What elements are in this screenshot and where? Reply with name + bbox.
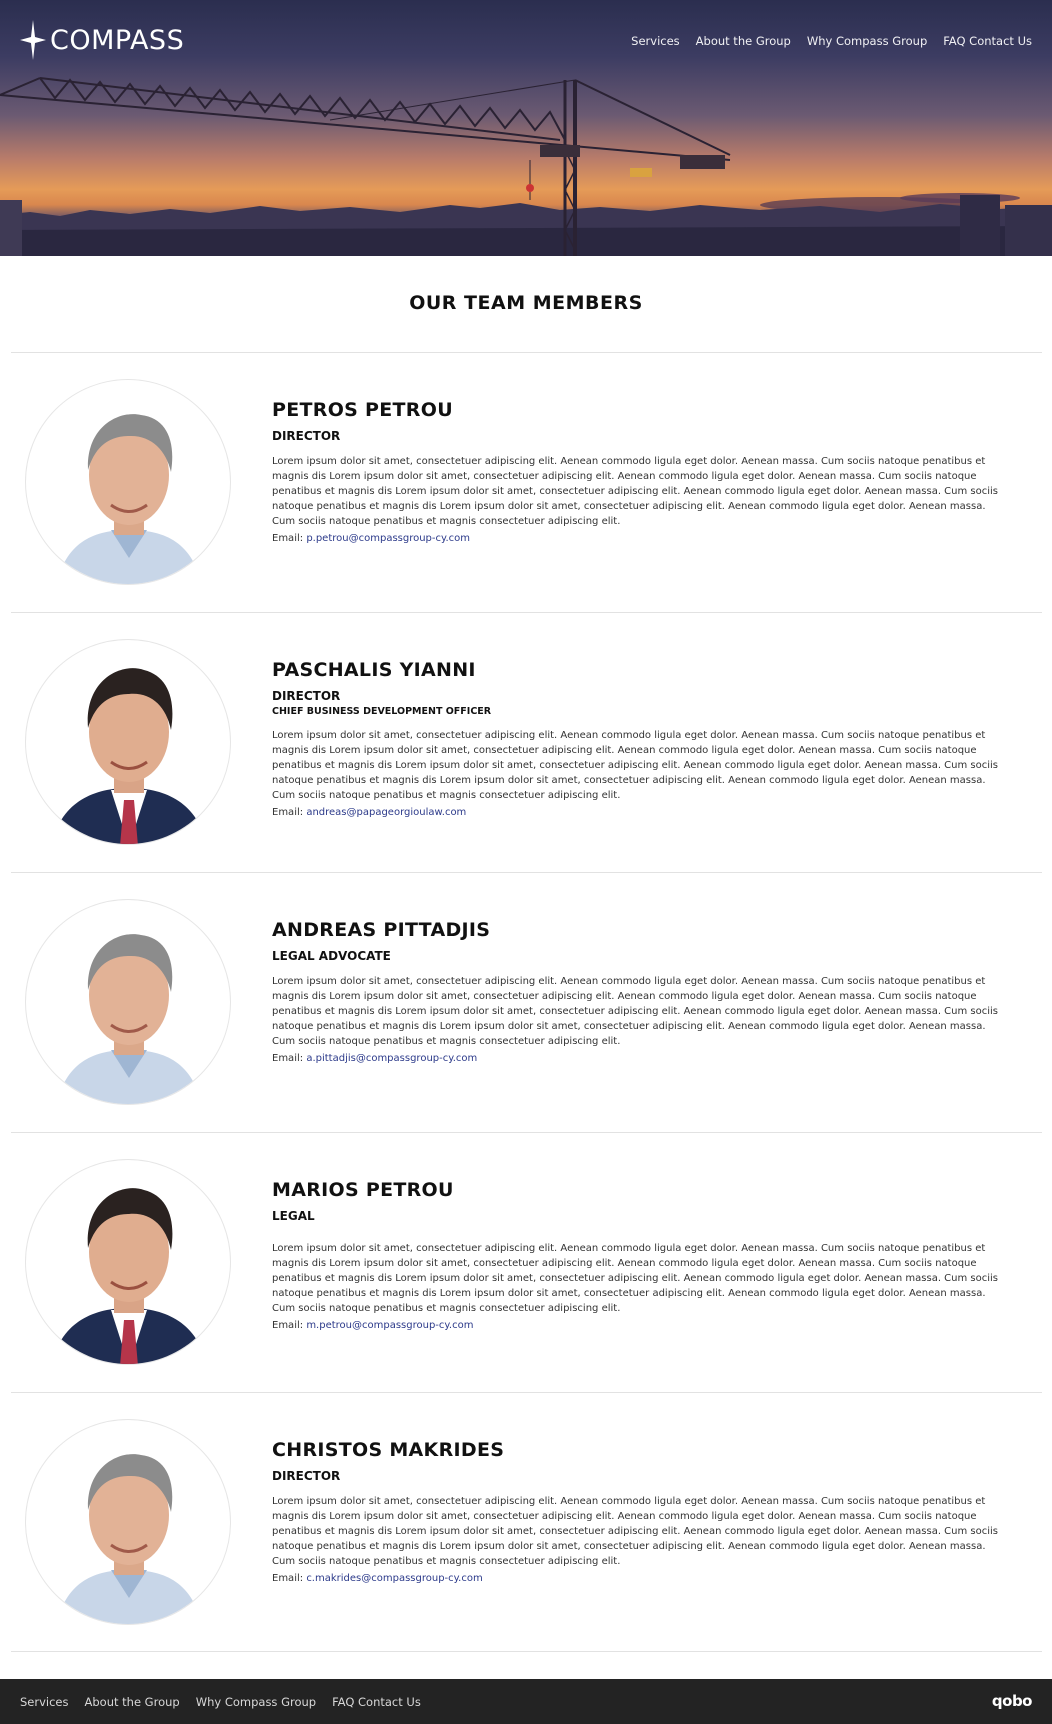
member-bio: Lorem ipsum dolor sit amet, consectetuer… <box>272 976 999 1047</box>
member-info: ANDREAS PITTADJIS LEGAL ADVOCATE Lorem i… <box>272 919 1002 1064</box>
email-label: Email: <box>272 807 304 818</box>
email-label: Email: <box>272 1320 304 1331</box>
member-email-row: Email: p.petrou@compassgroup-cy.com <box>272 533 1002 544</box>
compass-logo-icon <box>20 20 46 60</box>
member-info: PETROS PETROU DIRECTOR Lorem ipsum dolor… <box>272 399 1002 544</box>
member-photo <box>25 1419 231 1625</box>
member-name: ANDREAS PITTADJIS <box>272 919 491 941</box>
member-email-link[interactable]: p.petrou@compassgroup-cy.com <box>306 533 470 544</box>
team-member: PETROS PETROU DIRECTOR Lorem ipsum dolor… <box>11 352 1042 612</box>
member-email-link[interactable]: andreas@papageorgioulaw.com <box>306 807 466 818</box>
member-info: CHRISTOS MAKRIDES DIRECTOR Lorem ipsum d… <box>272 1439 1002 1584</box>
hero-header: COMPASS Services About the Group Why Com… <box>0 0 1052 256</box>
member-email-link[interactable]: a.pittadjis@compassgroup-cy.com <box>306 1053 477 1064</box>
footer-nav-why-compass-group[interactable]: Why Compass Group <box>196 1695 316 1709</box>
email-label: Email: <box>272 533 304 544</box>
nav-about-the-group[interactable]: About the Group <box>696 34 791 48</box>
member-name: PASCHALIS YIANNI <box>272 659 476 681</box>
person-photo <box>56 1454 202 1624</box>
member-role: DIRECTOR <box>272 429 341 443</box>
footer: Services About the Group Why Compass Gro… <box>0 1679 1052 1724</box>
person-photo <box>51 668 207 844</box>
nav-services[interactable]: Services <box>631 34 680 48</box>
member-name: PETROS PETROU <box>272 399 453 421</box>
team-member: CHRISTOS MAKRIDES DIRECTOR Lorem ipsum d… <box>11 1392 1042 1652</box>
member-bio: Lorem ipsum dolor sit amet, consectetuer… <box>272 1243 999 1314</box>
nav-why-compass-group[interactable]: Why Compass Group <box>807 34 927 48</box>
person-photo <box>56 934 202 1104</box>
member-role: LEGAL <box>272 1209 315 1223</box>
member-name: CHRISTOS MAKRIDES <box>272 1439 505 1461</box>
member-secondary-role: CHIEF BUSINESS DEVELOPMENT OFFICER <box>272 706 492 717</box>
qobo-brand-logo[interactable]: qobo <box>992 1692 1033 1710</box>
email-label: Email: <box>272 1053 304 1064</box>
member-bio: Lorem ipsum dolor sit amet, consectetuer… <box>272 456 999 527</box>
person-photo <box>51 1188 207 1364</box>
member-photo <box>25 379 231 585</box>
compass-logo[interactable]: COMPASS <box>20 20 184 60</box>
member-photo <box>25 639 231 845</box>
member-role: DIRECTOR <box>272 1469 341 1483</box>
member-email-link[interactable]: m.petrou@compassgroup-cy.com <box>306 1320 473 1331</box>
member-role: DIRECTOR <box>272 689 341 703</box>
member-email-row: Email: c.makrides@compassgroup-cy.com <box>272 1573 1002 1584</box>
top-navigation: Services About the Group Why Compass Gro… <box>631 34 1032 48</box>
member-info: PASCHALIS YIANNI DIRECTOR CHIEF BUSINESS… <box>272 659 1002 818</box>
team-member: MARIOS PETROU LEGAL Lorem ipsum dolor si… <box>11 1132 1042 1392</box>
member-email-row: Email: andreas@papageorgioulaw.com <box>272 807 1002 818</box>
member-info: MARIOS PETROU LEGAL Lorem ipsum dolor si… <box>272 1179 1002 1331</box>
footer-nav-about-the-group[interactable]: About the Group <box>85 1695 180 1709</box>
member-bio: Lorem ipsum dolor sit amet, consectetuer… <box>272 1496 999 1567</box>
member-email-row: Email: a.pittadjis@compassgroup-cy.com <box>272 1053 1002 1064</box>
team-list: PETROS PETROU DIRECTOR Lorem ipsum dolor… <box>11 352 1042 1652</box>
member-photo <box>25 1159 231 1365</box>
member-bio: Lorem ipsum dolor sit amet, consectetuer… <box>272 730 999 801</box>
member-photo <box>25 899 231 1105</box>
page-title: OUR TEAM MEMBERS <box>409 292 643 314</box>
person-photo <box>56 414 202 584</box>
team-member: ANDREAS PITTADJIS LEGAL ADVOCATE Lorem i… <box>11 872 1042 1132</box>
nav-faq-contact-us[interactable]: FAQ Contact Us <box>943 34 1032 48</box>
member-email-link[interactable]: c.makrides@compassgroup-cy.com <box>306 1573 482 1584</box>
footer-nav-services[interactable]: Services <box>20 1695 69 1709</box>
team-member: PASCHALIS YIANNI DIRECTOR CHIEF BUSINESS… <box>11 612 1042 872</box>
logo-text: COMPASS <box>50 24 185 56</box>
footer-navigation: Services About the Group Why Compass Gro… <box>20 1695 421 1709</box>
member-name: MARIOS PETROU <box>272 1179 454 1201</box>
footer-nav-faq-contact-us[interactable]: FAQ Contact Us <box>332 1695 421 1709</box>
member-role: LEGAL ADVOCATE <box>272 949 391 963</box>
email-label: Email: <box>272 1573 304 1584</box>
member-email-row: Email: m.petrou@compassgroup-cy.com <box>272 1320 1002 1331</box>
